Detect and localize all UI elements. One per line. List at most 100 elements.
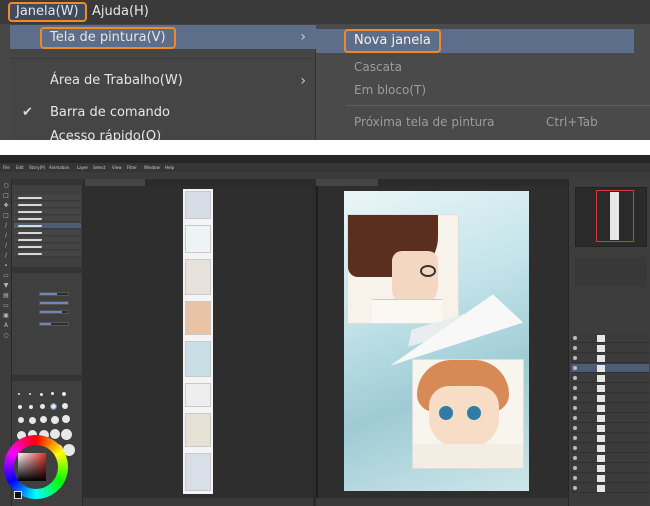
window-menu-dropdown: Tela de pintura(V) › Área de Trabalho(W)… xyxy=(10,24,316,140)
comic-panel xyxy=(185,453,211,491)
pencil-preset[interactable] xyxy=(14,209,81,215)
app-menu-bar: File Edit Story(P) Animation Layer Selec… xyxy=(0,163,650,172)
comic-panel xyxy=(185,341,211,377)
panel-header xyxy=(12,179,83,185)
command-bar xyxy=(0,172,650,179)
menu-item-cascata[interactable]: Cascata xyxy=(316,55,650,79)
menu-item-area-de-trabalho[interactable]: Área de Trabalho(W) › xyxy=(10,69,316,93)
airbrush-icon[interactable]: ∙ xyxy=(3,263,9,269)
eraser-icon[interactable]: ▭ xyxy=(3,273,9,279)
menu-item-em-bloco[interactable]: Em bloco(T) xyxy=(316,78,650,102)
menu-item-shortcut: Ctrl+Tab xyxy=(546,115,598,129)
canvas-window-left[interactable] xyxy=(83,186,313,498)
menu-item-tela-de-pintura[interactable]: Tela de pintura(V) › xyxy=(10,25,316,49)
checkmark-icon: ✔ xyxy=(22,105,33,120)
app-menu-story[interactable]: Story(P) xyxy=(29,163,45,172)
menu-janela[interactable]: Janela(W) xyxy=(8,2,87,22)
pencil-icon[interactable]: ∕ xyxy=(3,243,9,249)
layer-row[interactable] xyxy=(571,354,649,363)
menu-item-label: Em bloco(T) xyxy=(354,83,427,97)
pencil-preset[interactable] xyxy=(14,216,81,222)
navigator-panel[interactable] xyxy=(575,187,647,247)
layer-row[interactable] xyxy=(571,374,649,383)
layer-row[interactable] xyxy=(571,394,649,403)
hand-icon[interactable]: □ xyxy=(3,193,9,199)
selection-icon[interactable]: □ xyxy=(3,213,9,219)
comic-panel xyxy=(185,191,211,219)
document-tab-left[interactable] xyxy=(85,179,145,186)
layer-row[interactable] xyxy=(571,404,649,413)
layer-row[interactable] xyxy=(571,484,649,493)
gradient-icon[interactable]: ▤ xyxy=(3,293,9,299)
menu-ajuda[interactable]: Ajuda(H) xyxy=(86,2,155,22)
menu-item-barra-de-comando[interactable]: ✔ Barra de comando xyxy=(10,101,316,125)
layer-row[interactable] xyxy=(571,474,649,483)
app-menu-animation[interactable]: Animation xyxy=(49,163,69,172)
text-icon[interactable]: A xyxy=(3,323,9,329)
app-menu-layer[interactable]: Layer xyxy=(77,163,88,172)
layer-row[interactable] xyxy=(571,444,649,453)
pencil-preset[interactable] xyxy=(14,237,81,243)
menu-item-acesso-rapido[interactable]: Acesso rápido(Q) xyxy=(10,125,316,140)
menu-item-label: Barra de comando xyxy=(50,105,171,120)
layer-row-selected[interactable] xyxy=(571,364,649,373)
app-title-bar xyxy=(0,155,650,163)
texture-density-slider[interactable] xyxy=(15,309,80,315)
layer-row[interactable] xyxy=(571,384,649,393)
magnifier-icon[interactable]: ○ xyxy=(3,183,9,189)
pencil-preset[interactable] xyxy=(14,195,81,201)
layer-row[interactable] xyxy=(571,414,649,423)
comic-panel xyxy=(185,301,211,335)
pencil-preset[interactable] xyxy=(14,230,81,236)
full-page-strip xyxy=(183,189,213,494)
fill-icon[interactable]: ▼ xyxy=(3,283,9,289)
brush-size-slider[interactable] xyxy=(15,291,80,297)
comic-panel-boy-glasses xyxy=(347,214,459,324)
app-menu-file[interactable]: File xyxy=(3,163,10,172)
pen-icon[interactable]: ∕ xyxy=(3,233,9,239)
pencil-preset-selected[interactable] xyxy=(14,223,81,229)
frame-icon[interactable]: ▣ xyxy=(3,313,9,319)
app-menu-filter[interactable]: Filter xyxy=(127,163,137,172)
app-menu-help[interactable]: Help xyxy=(165,163,174,172)
comic-panel xyxy=(185,259,211,295)
move-icon[interactable]: ✚ xyxy=(3,203,9,209)
stabilization-slider[interactable] xyxy=(15,321,80,327)
document-tab-right[interactable] xyxy=(316,179,378,186)
figure-icon[interactable]: ▭ xyxy=(3,303,9,309)
menu-bar: Janela(W) Ajuda(H) xyxy=(0,0,650,24)
pencil-preset[interactable] xyxy=(14,244,81,250)
comic-panel xyxy=(185,383,211,407)
app-menu-view[interactable]: View xyxy=(112,163,122,172)
layer-row[interactable] xyxy=(571,434,649,443)
layer-row[interactable] xyxy=(571,424,649,433)
foreground-color-swatch[interactable] xyxy=(14,491,22,499)
menu-separator xyxy=(346,105,650,106)
layer-row[interactable] xyxy=(571,454,649,463)
menu-item-nova-janela[interactable]: Nova janela xyxy=(316,29,634,53)
layer-row[interactable] xyxy=(571,334,649,343)
canvas-area xyxy=(83,179,568,506)
balloon-icon[interactable]: ○ xyxy=(3,333,9,339)
canvas-window-right[interactable] xyxy=(316,186,568,498)
layer-row[interactable] xyxy=(571,344,649,353)
menu-item-proxima-tela[interactable]: Próxima tela de pintura Ctrl+Tab xyxy=(316,110,650,134)
pencil-preset[interactable] xyxy=(14,202,81,208)
menu-item-label: Cascata xyxy=(354,60,402,74)
menu-item-label: Acesso rápido(Q) xyxy=(50,129,162,140)
layer-row[interactable] xyxy=(571,464,649,473)
menu-item-label: Próxima tela de pintura xyxy=(354,115,495,129)
menu-separator xyxy=(10,58,316,59)
eyedropper-icon[interactable]: ∕ xyxy=(3,223,9,229)
app-menu-select[interactable]: Select xyxy=(93,163,105,172)
app-menu-edit[interactable]: Edit xyxy=(16,163,24,172)
brush-density-slider[interactable] xyxy=(15,300,80,306)
right-panels xyxy=(568,179,650,506)
brush-icon[interactable]: ∕ xyxy=(3,253,9,259)
app-menu-window[interactable]: Window xyxy=(144,163,160,172)
menu-screenshot: Janela(W) Ajuda(H) Tela de pintura(V) › … xyxy=(0,0,650,140)
pencil-preset[interactable] xyxy=(14,251,81,257)
color-picker-square[interactable] xyxy=(18,453,46,481)
navigator-viewport[interactable] xyxy=(596,190,634,242)
status-bar-left xyxy=(83,498,313,506)
